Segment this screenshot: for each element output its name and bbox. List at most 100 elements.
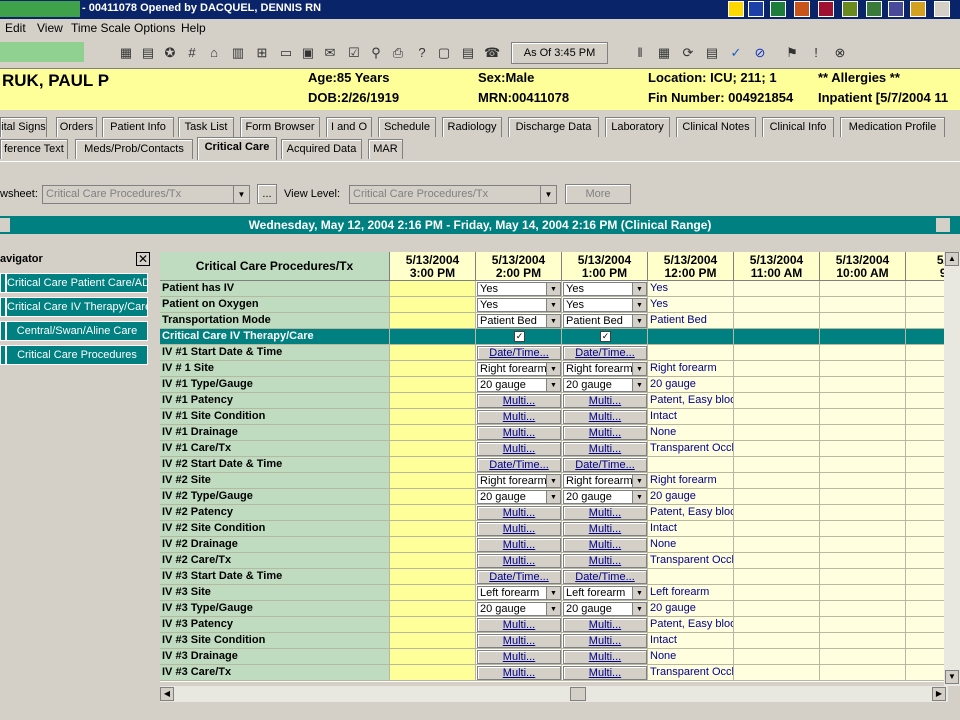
navigator-item[interactable]: Central/Swan/Aline Care	[6, 321, 148, 341]
recorded-value[interactable]: 20 gauge	[648, 489, 734, 505]
grid-cell[interactable]	[390, 409, 476, 425]
value-dropdown[interactable]: 20 gauge ▼	[477, 602, 561, 616]
value-entry-button[interactable]: Date/Time...	[477, 458, 561, 472]
recorded-value[interactable]: Yes	[648, 281, 734, 297]
value-entry-button[interactable]: Multi...	[563, 506, 647, 520]
value-entry-button[interactable]: Multi...	[563, 554, 647, 568]
grid-cell[interactable]	[390, 537, 476, 553]
value-entry-button[interactable]: Date/Time...	[563, 458, 647, 472]
grid-cell[interactable]	[390, 665, 476, 681]
vertical-scrollbar[interactable]: ▲ ▼	[944, 252, 960, 686]
cancel-icon[interactable]: ⊘	[752, 45, 768, 61]
powerpoint-icon[interactable]	[794, 1, 810, 17]
tab-meds-prob-contacts[interactable]: Meds/Prob/Contacts	[75, 139, 193, 159]
value-entry-button[interactable]: Multi...	[563, 538, 647, 552]
grid-cell[interactable]	[390, 601, 476, 617]
value-entry-button[interactable]: Multi...	[563, 442, 647, 456]
grid-cell[interactable]	[390, 617, 476, 633]
value-dropdown[interactable]: Right forearm ▼	[563, 474, 647, 488]
recorded-value[interactable]: Right forearm	[648, 473, 734, 489]
chevron-down-icon[interactable]: ▼	[632, 299, 646, 311]
value-entry-button[interactable]: Multi...	[477, 394, 561, 408]
value-entry-button[interactable]: Date/Time...	[477, 570, 561, 584]
taskbar-icon[interactable]	[728, 1, 744, 17]
tab-orders[interactable]: Orders	[56, 117, 97, 137]
chevron-down-icon[interactable]: ▼	[632, 603, 646, 615]
grid-cell[interactable]	[390, 649, 476, 665]
browse-button[interactable]: ...	[257, 184, 277, 204]
tab-i-and-o[interactable]: I and O	[326, 117, 372, 137]
grid-cell[interactable]	[390, 361, 476, 377]
value-entry-button[interactable]: Multi...	[477, 538, 561, 552]
value-dropdown[interactable]: Yes ▼	[563, 298, 647, 312]
grid-cell[interactable]	[390, 473, 476, 489]
value-dropdown[interactable]: 20 gauge ▼	[563, 378, 647, 392]
grid-cell[interactable]	[390, 345, 476, 361]
recorded-value[interactable]: None	[648, 537, 734, 553]
tab-medication-profile[interactable]: Medication Profile	[840, 117, 945, 137]
value-entry-button[interactable]: Multi...	[477, 506, 561, 520]
view-level-select[interactable]: Critical Care Procedures/Tx ▼	[349, 185, 557, 204]
value-dropdown[interactable]: Yes ▼	[477, 298, 561, 312]
flowsheet-grid-icon[interactable]: ▦	[656, 45, 672, 61]
section-checkbox[interactable]: ✓	[514, 331, 525, 342]
help-icon[interactable]: ?	[414, 45, 430, 61]
value-entry-button[interactable]: Multi...	[477, 554, 561, 568]
tab-schedule[interactable]: Schedule	[378, 117, 436, 137]
grid-cell[interactable]	[390, 633, 476, 649]
recorded-value[interactable]: 20 gauge	[648, 601, 734, 617]
grid-cell[interactable]	[390, 297, 476, 313]
tab-critical-care[interactable]: Critical Care	[197, 137, 277, 160]
tab-ference-text[interactable]: ference Text	[0, 139, 68, 159]
menu-help[interactable]: Help	[181, 21, 206, 35]
tab-laboratory[interactable]: Laboratory	[605, 117, 670, 137]
chevron-down-icon[interactable]: ▼	[233, 186, 249, 203]
grid-column-header[interactable]: 5/13/2004 12:00 PM	[648, 252, 734, 281]
scroll-thumb[interactable]	[570, 687, 586, 701]
recorded-value[interactable]: None	[648, 649, 734, 665]
menu-options[interactable]: Options	[134, 21, 175, 35]
tab-ital-signs[interactable]: ital Signs	[0, 117, 47, 137]
value-dropdown[interactable]: Patient Bed ▼	[563, 314, 647, 328]
value-entry-button[interactable]: Multi...	[477, 522, 561, 536]
chevron-down-icon[interactable]: ▼	[546, 283, 560, 295]
scroll-down-icon[interactable]: ▼	[945, 670, 959, 684]
recorded-value[interactable]: Intact	[648, 409, 734, 425]
menu-time-scale[interactable]: Time Scale	[71, 21, 131, 35]
chevron-down-icon[interactable]: ▼	[546, 603, 560, 615]
recorded-value[interactable]: Patent, Easy bloo	[648, 617, 734, 633]
value-dropdown[interactable]: Right forearm ▼	[477, 362, 561, 376]
value-dropdown[interactable]: Left forearm ▼	[563, 586, 647, 600]
bars-icon[interactable]: ‖	[632, 45, 648, 61]
refresh-icon[interactable]: ✪	[162, 45, 178, 61]
value-entry-button[interactable]: Multi...	[477, 426, 561, 440]
value-dropdown[interactable]: Left forearm ▼	[477, 586, 561, 600]
tab-clinical-info[interactable]: Clinical Info	[762, 117, 834, 137]
value-dropdown[interactable]: 20 gauge ▼	[477, 378, 561, 392]
chevron-down-icon[interactable]: ▼	[632, 363, 646, 375]
grid-cell[interactable]	[390, 313, 476, 329]
value-entry-button[interactable]: Multi...	[477, 650, 561, 664]
grid-cell[interactable]	[390, 425, 476, 441]
scroll-left-icon[interactable]: ◀	[160, 687, 174, 701]
more-button[interactable]: More	[565, 184, 631, 204]
chart-icon[interactable]: ▥	[230, 45, 246, 61]
navigator-item[interactable]: Critical Care Patient Care/ADL	[6, 273, 148, 293]
tab-discharge-data[interactable]: Discharge Data	[508, 117, 599, 137]
grid-icon[interactable]: ▦	[118, 45, 134, 61]
grid-column-header[interactable]: 5/13/2004 11:00 AM	[734, 252, 820, 281]
value-entry-button[interactable]: Multi...	[477, 442, 561, 456]
value-entry-button[interactable]: Multi...	[477, 618, 561, 632]
recorded-value[interactable]: Intact	[648, 633, 734, 649]
publisher-icon[interactable]	[866, 1, 882, 17]
navigator-item[interactable]: Critical Care Procedures	[6, 345, 148, 365]
recorded-value[interactable]: 20 gauge	[648, 377, 734, 393]
grid-cell[interactable]	[390, 553, 476, 569]
grid-cell[interactable]	[390, 329, 476, 345]
print-icon[interactable]: ⎙	[390, 45, 406, 61]
grid-column-header[interactable]: 5/13/2004 1:00 PM	[562, 252, 648, 281]
grid-cell[interactable]	[390, 569, 476, 585]
alert-icon[interactable]: !	[808, 45, 824, 61]
binoculars-icon[interactable]: ⊗	[832, 45, 848, 61]
value-entry-button[interactable]: Multi...	[563, 522, 647, 536]
